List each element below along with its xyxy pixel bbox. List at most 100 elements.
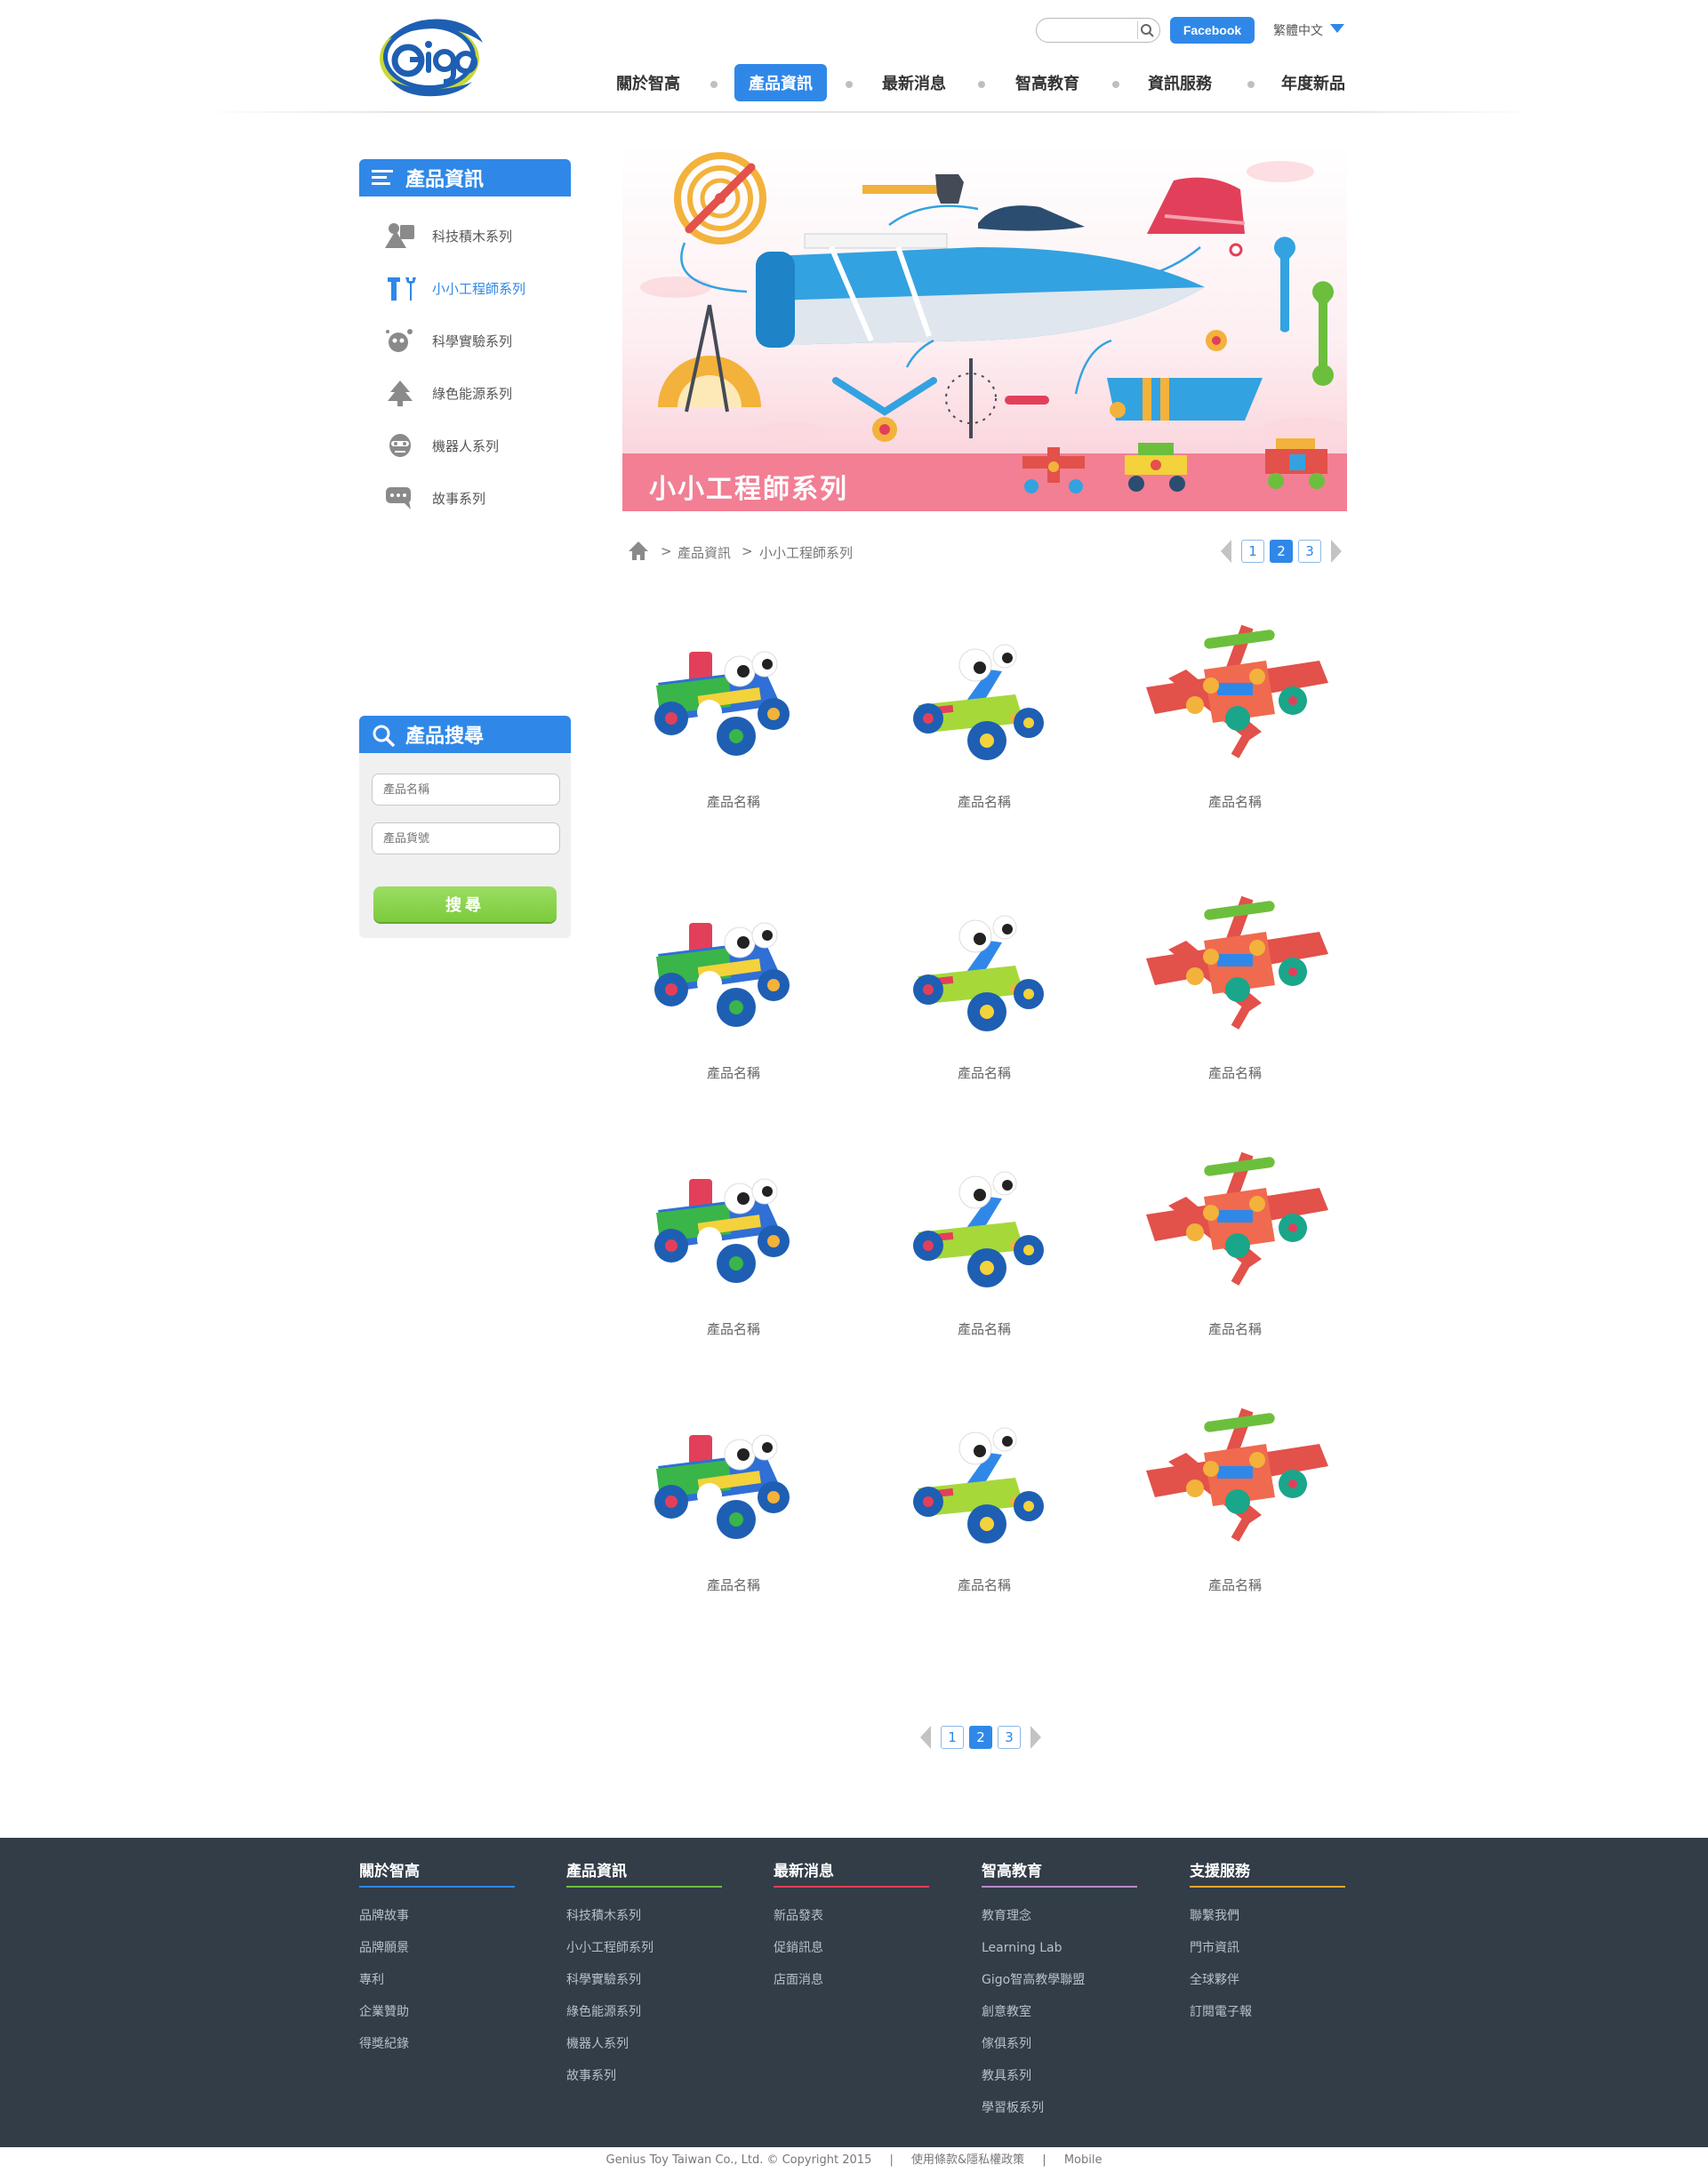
product-card[interactable]: 產品名稱 [873,1391,1095,1613]
footer-link[interactable]: 綠色能源系列 [566,1996,722,2028]
footer-link[interactable]: 機器人系列 [566,2028,722,2060]
product-card[interactable]: 產品名稱 [873,607,1095,830]
product-image[interactable] [1133,878,1337,1038]
product-name[interactable]: 產品名稱 [1124,792,1346,811]
product-name[interactable]: 產品名稱 [873,1063,1095,1082]
breadcrumb-products[interactable]: 產品資訊 [678,543,731,562]
facebook-button[interactable]: Facebook [1170,17,1255,44]
footer-link[interactable]: 科學實驗系列 [566,1964,722,1996]
footer-link[interactable]: Learning Lab [982,1932,1137,1964]
page-3[interactable]: 3 [998,1726,1021,1749]
footer-link[interactable]: 傢俱系列 [982,2028,1137,2060]
nav-education[interactable]: 智高教育 [1007,64,1087,101]
mobile-link[interactable]: Mobile [1064,2153,1103,2167]
product-image[interactable] [882,878,1087,1038]
product-name[interactable]: 產品名稱 [622,1063,845,1082]
sidebar-item-story[interactable]: 故事系列 [382,480,578,516]
product-image[interactable] [631,1391,836,1551]
product-name[interactable]: 產品名稱 [873,792,1095,811]
product-card[interactable]: 產品名稱 [622,1135,845,1357]
nav-services[interactable]: 資訊服務 [1140,64,1220,101]
nav-products[interactable]: 產品資訊 [734,64,827,101]
footer-link[interactable]: 企業贊助 [359,1996,515,2028]
footer-col-products: 產品資訊 科技積木系列 小小工程師系列 科學實驗系列 綠色能源系列 機器人系列 … [566,1857,722,2092]
footer-link[interactable]: 促銷訊息 [774,1932,929,1964]
footer-link[interactable]: 專利 [359,1964,515,1996]
product-image[interactable] [1133,607,1337,767]
next-page-arrow-icon[interactable] [1030,1726,1041,1749]
product-image[interactable] [882,1391,1087,1551]
product-code-input[interactable] [372,822,560,854]
product-image[interactable] [1133,1135,1337,1295]
footer-link[interactable]: 品牌故事 [359,1900,515,1932]
footer-link[interactable]: 聯繫我們 [1190,1900,1345,1932]
footer-link[interactable]: 新品發表 [774,1900,929,1932]
footer-link[interactable]: 品牌願景 [359,1932,515,1964]
footer-link[interactable]: 科技積木系列 [566,1900,722,1932]
footer-underline [359,1886,515,1888]
product-name[interactable]: 產品名稱 [622,1319,845,1338]
footer-link[interactable]: 學習板系列 [982,2092,1137,2124]
sidebar-item-green-energy[interactable]: 綠色能源系列 [382,375,578,411]
footer-link[interactable]: 全球夥伴 [1190,1964,1345,1996]
chevron-down-icon[interactable] [1330,24,1344,33]
product-name[interactable]: 產品名稱 [622,1576,845,1594]
prev-page-arrow-icon[interactable] [920,1726,931,1749]
language-selector-label[interactable]: 繁體中文 [1273,21,1323,39]
product-name[interactable]: 產品名稱 [1124,1576,1346,1594]
product-name[interactable]: 產品名稱 [873,1576,1095,1594]
privacy-policy-link[interactable]: 使用條款&隱私權政策 [911,2153,1024,2167]
footer-underline [982,1886,1137,1888]
product-card[interactable]: 產品名稱 [1124,607,1346,830]
page-1[interactable]: 1 [941,1726,964,1749]
product-image[interactable] [631,607,836,767]
footer-link[interactable]: 教育理念 [982,1900,1137,1932]
product-card[interactable]: 產品名稱 [1124,1135,1346,1357]
product-card[interactable]: 產品名稱 [1124,878,1346,1101]
sidebar-item-label: 科技積木系列 [432,228,513,245]
site-search-input[interactable] [1046,22,1135,38]
footer-link[interactable]: Gigo智高教學聯盟 [982,1964,1137,1996]
product-name[interactable]: 產品名稱 [622,792,845,811]
product-image[interactable] [631,878,836,1038]
footer-link[interactable]: 創意教室 [982,1996,1137,2028]
product-name-input[interactable] [372,774,560,806]
nav-news[interactable]: 最新消息 [874,64,954,101]
footer-link[interactable]: 小小工程師系列 [566,1932,722,1964]
footer-link[interactable]: 店面消息 [774,1964,929,1996]
nav-about[interactable]: 關於智高 [608,64,688,101]
gigo-logo[interactable] [374,12,495,101]
page-2[interactable]: 2 [969,1726,992,1749]
footer-link[interactable]: 教具系列 [982,2060,1137,2092]
product-name[interactable]: 產品名稱 [1124,1063,1346,1082]
product-name[interactable]: 產品名稱 [1124,1319,1346,1338]
footer-link[interactable]: 故事系列 [566,2060,722,2092]
sidebar-item-science[interactable]: 科學實驗系列 [382,323,578,358]
search-icon[interactable] [1137,21,1155,39]
product-card[interactable]: 產品名稱 [622,878,845,1101]
nav-new-products[interactable]: 年度新品 [1273,64,1353,101]
product-image[interactable] [631,1135,836,1295]
product-search-submit-button[interactable]: 搜尋 [373,886,557,922]
sidebar-item-tech-blocks[interactable]: 科技積木系列 [382,218,578,253]
prev-page-arrow-icon[interactable] [1221,540,1231,563]
page-3[interactable]: 3 [1298,540,1321,563]
footer-link[interactable]: 訂閱電子報 [1190,1996,1345,2028]
home-icon[interactable] [628,540,649,565]
product-name[interactable]: 產品名稱 [873,1319,1095,1338]
product-image[interactable] [882,607,1087,767]
product-card[interactable]: 產品名稱 [622,1391,845,1613]
product-image[interactable] [1133,1391,1337,1551]
product-card[interactable]: 產品名稱 [873,878,1095,1101]
sidebar-item-little-engineer[interactable]: 小小工程師系列 [382,270,578,306]
product-card[interactable]: 產品名稱 [622,607,845,830]
sidebar-item-robot[interactable]: 機器人系列 [382,428,578,463]
footer-link[interactable]: 門市資訊 [1190,1932,1345,1964]
product-image[interactable] [882,1135,1087,1295]
product-card[interactable]: 產品名稱 [1124,1391,1346,1613]
footer-link[interactable]: 得獎紀錄 [359,2028,515,2060]
product-card[interactable]: 產品名稱 [873,1135,1095,1357]
page-1[interactable]: 1 [1241,540,1264,563]
page-2[interactable]: 2 [1270,540,1293,563]
next-page-arrow-icon[interactable] [1331,540,1342,563]
